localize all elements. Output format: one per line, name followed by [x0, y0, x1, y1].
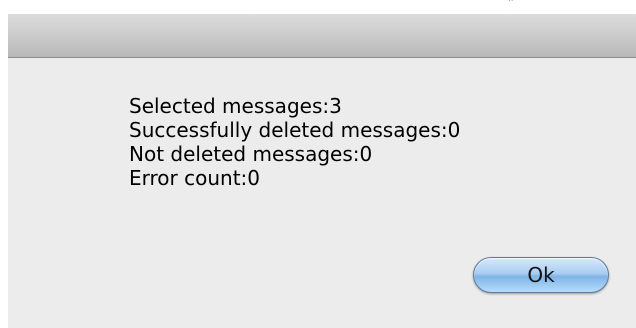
error-count-text: Error count:0: [129, 166, 260, 190]
background-strip: '': [0, 0, 636, 14]
partial-glyph: '': [508, 0, 514, 6]
dialog-title-bar[interactable]: [8, 14, 636, 58]
ok-button[interactable]: Ok: [473, 257, 609, 293]
message-area: Selected messages:3 Successfully deleted…: [129, 94, 609, 224]
not-deleted-messages-text: Not deleted messages:0: [129, 142, 373, 166]
results-dialog: Selected messages:3 Successfully deleted…: [8, 14, 636, 328]
deleted-messages-text: Successfully deleted messages:0: [129, 118, 461, 142]
ok-button-label: Ok: [527, 263, 555, 287]
selected-messages-text: Selected messages:3: [129, 94, 342, 118]
